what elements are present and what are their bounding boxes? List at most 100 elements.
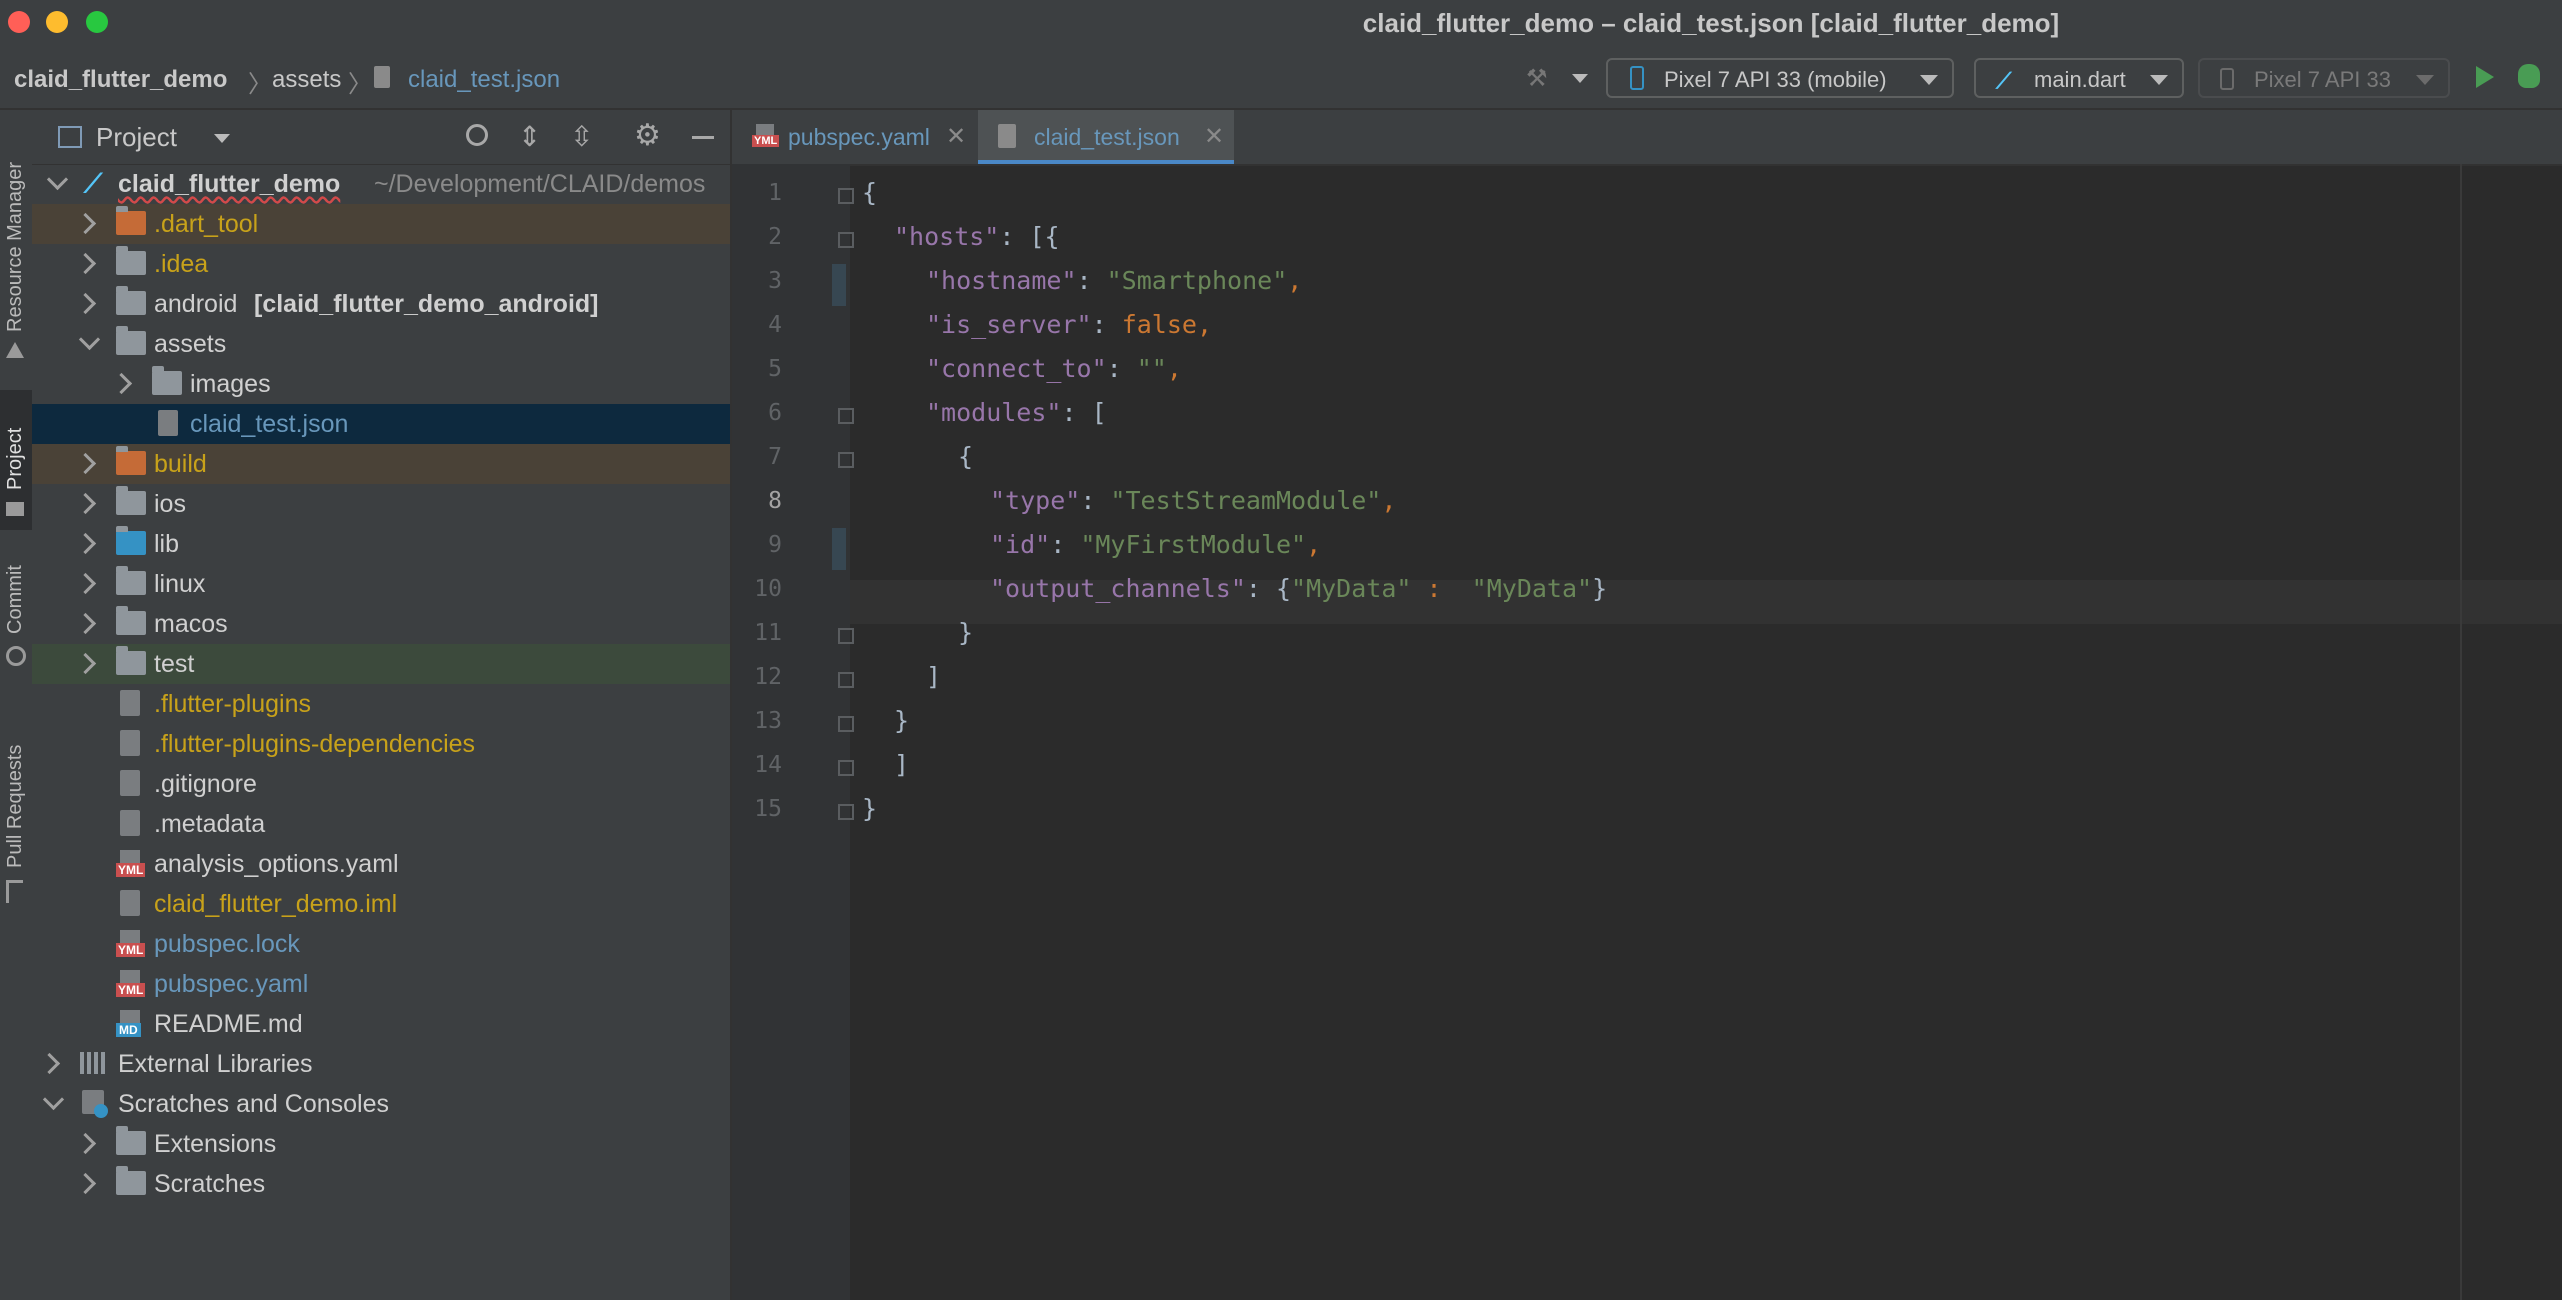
tree-item-gitignore[interactable]: .gitignore	[32, 764, 730, 804]
chevron-right-icon[interactable]	[74, 652, 97, 675]
tab-pubspec-yaml[interactable]: YML pubspec.yaml ✕	[732, 110, 976, 164]
flutter-icon: ⟋	[1996, 68, 2012, 93]
chevron-down-icon[interactable]	[46, 168, 69, 191]
close-icon[interactable]: ✕	[1204, 122, 1224, 151]
code-line-12: ]	[926, 662, 942, 691]
tree-item-root[interactable]: ⟋ claid_flutter_demo ~/Development/CLAID…	[32, 164, 730, 204]
tree-item-label: claid_test.json	[190, 410, 349, 438]
tree-item-linux[interactable]: linux	[32, 564, 730, 604]
tree-item-flutter-plugins-dependencies[interactable]: .flutter-plugins-dependencies	[32, 724, 730, 764]
chevron-right-icon[interactable]	[74, 572, 97, 595]
chevron-down-icon[interactable]	[42, 1088, 65, 1111]
run-icon[interactable]	[2476, 66, 2494, 88]
device-selector[interactable]: Pixel 7 API 33 (mobile)	[1606, 58, 1954, 98]
tree-item-images[interactable]: images	[32, 364, 730, 404]
line-number: 2	[768, 224, 782, 250]
chevron-down-icon	[2416, 75, 2434, 85]
tree-item-scratches-and-consoles[interactable]: Scratches and Consoles	[32, 1084, 730, 1124]
breadcrumb-file[interactable]: claid_test.json	[408, 66, 560, 94]
commit-tool-button[interactable]: Commit	[0, 550, 32, 690]
tree-item-external-libraries[interactable]: External Libraries	[32, 1044, 730, 1084]
resource-manager-label: Resource Manager	[4, 161, 26, 332]
yaml-file-icon: YML	[116, 850, 146, 878]
tree-item-scratches[interactable]: Scratches	[32, 1164, 730, 1204]
gear-icon[interactable]: ⚙	[634, 118, 661, 153]
tree-item-idea[interactable]: .idea	[32, 244, 730, 284]
breadcrumb-assets[interactable]: assets	[272, 66, 341, 94]
tree-item-dart-tool[interactable]: .dart_tool	[32, 204, 730, 244]
code-line-15: }	[862, 794, 878, 823]
build-hammer-icon[interactable]: ⚒	[1526, 64, 1550, 92]
chevron-right-icon[interactable]	[74, 252, 97, 275]
tree-item-label: android	[154, 290, 238, 318]
clock-icon	[94, 1104, 108, 1118]
line-number: 15	[754, 796, 782, 822]
tree-item-macos[interactable]: macos	[32, 604, 730, 644]
fold-icon[interactable]	[838, 672, 854, 688]
debug-icon[interactable]	[2518, 64, 2540, 88]
tree-item-flutter-plugins[interactable]: .flutter-plugins	[32, 684, 730, 724]
tree-item-extensions[interactable]: Extensions	[32, 1124, 730, 1164]
fold-icon[interactable]	[838, 760, 854, 776]
fold-icon[interactable]	[838, 452, 854, 468]
chevron-right-icon[interactable]	[110, 372, 133, 395]
fold-icon[interactable]	[838, 188, 854, 204]
tree-item-label: .idea	[154, 250, 209, 278]
fold-icon[interactable]	[838, 408, 854, 424]
right-margin-guide	[2460, 164, 2462, 1300]
chevron-down-icon[interactable]	[1572, 74, 1588, 83]
tree-item-label: assets	[154, 330, 227, 358]
close-icon[interactable]: ✕	[946, 122, 966, 151]
chevron-right-icon[interactable]	[74, 452, 97, 475]
tree-item-pubspec-lock[interactable]: YML pubspec.lock	[32, 924, 730, 964]
chevron-right-icon[interactable]	[38, 1052, 61, 1075]
tree-item-label: .gitignore	[154, 770, 257, 798]
fold-icon[interactable]	[838, 804, 854, 820]
fold-icon[interactable]	[838, 628, 854, 644]
fold-icon[interactable]	[838, 716, 854, 732]
tree-item-iml[interactable]: claid_flutter_demo.iml	[32, 884, 730, 924]
tree-item-analysis-options[interactable]: YML analysis_options.yaml	[32, 844, 730, 884]
tree-item-claid-test-json[interactable]: claid_test.json	[32, 404, 730, 444]
module-name-label: [claid_flutter_demo_android]	[254, 290, 599, 318]
chevron-right-icon[interactable]	[74, 1132, 97, 1155]
yaml-badge: YML	[116, 983, 146, 997]
expand-all-icon[interactable]: ⇕	[518, 120, 541, 153]
folder-icon	[116, 566, 146, 595]
yaml-badge: YML	[116, 943, 146, 957]
chevron-down-icon[interactable]	[214, 134, 230, 143]
tree-item-metadata[interactable]: .metadata	[32, 804, 730, 844]
chevron-right-icon[interactable]	[74, 532, 97, 555]
tree-item-label: .flutter-plugins-dependencies	[154, 730, 476, 758]
resource-manager-tool-button[interactable]: Resource Manager	[0, 120, 32, 370]
collapse-all-icon[interactable]: ⇳	[570, 120, 593, 153]
tree-item-android[interactable]: android [claid_flutter_demo_android]	[32, 284, 730, 324]
line-number: 13	[754, 708, 782, 734]
run-configuration-selector[interactable]: ⟋ main.dart	[1974, 58, 2184, 98]
tab-claid-test-json[interactable]: claid_test.json ✕	[978, 110, 1234, 164]
tree-item-build[interactable]: build	[32, 444, 730, 484]
locate-file-icon[interactable]	[466, 124, 488, 146]
chevron-right-icon[interactable]	[74, 212, 97, 235]
project-tool-window: Project ⇕ ⇳ ⚙ ⟋ claid_flutter_demo ~/Dev…	[32, 110, 732, 1300]
chevron-right-icon[interactable]	[74, 1172, 97, 1195]
code-line-5: "connect_to": "",	[926, 354, 1182, 383]
tree-item-assets[interactable]: assets	[32, 324, 730, 364]
project-tool-button[interactable]: Project	[0, 390, 32, 530]
tree-item-lib[interactable]: lib	[32, 524, 730, 564]
chevron-right-icon[interactable]	[74, 612, 97, 635]
chevron-right-icon[interactable]	[74, 292, 97, 315]
chevron-down-icon[interactable]	[78, 328, 101, 351]
breadcrumb-project[interactable]: claid_flutter_demo	[14, 66, 227, 94]
tree-item-ios[interactable]: ios	[32, 484, 730, 524]
tree-item-label: linux	[154, 570, 206, 598]
project-view-title[interactable]: Project	[96, 122, 177, 153]
hide-panel-icon[interactable]	[692, 136, 714, 139]
chevron-right-icon[interactable]	[74, 492, 97, 515]
target-device-selector[interactable]: Pixel 7 API 33	[2198, 58, 2450, 98]
tree-item-readme[interactable]: MD README.md	[32, 1004, 730, 1044]
tree-item-pubspec-yaml[interactable]: YML pubspec.yaml	[32, 964, 730, 1004]
tree-item-test[interactable]: test	[32, 644, 730, 684]
fold-icon[interactable]	[838, 232, 854, 248]
pull-requests-tool-button[interactable]: Pull Requests	[0, 710, 32, 910]
